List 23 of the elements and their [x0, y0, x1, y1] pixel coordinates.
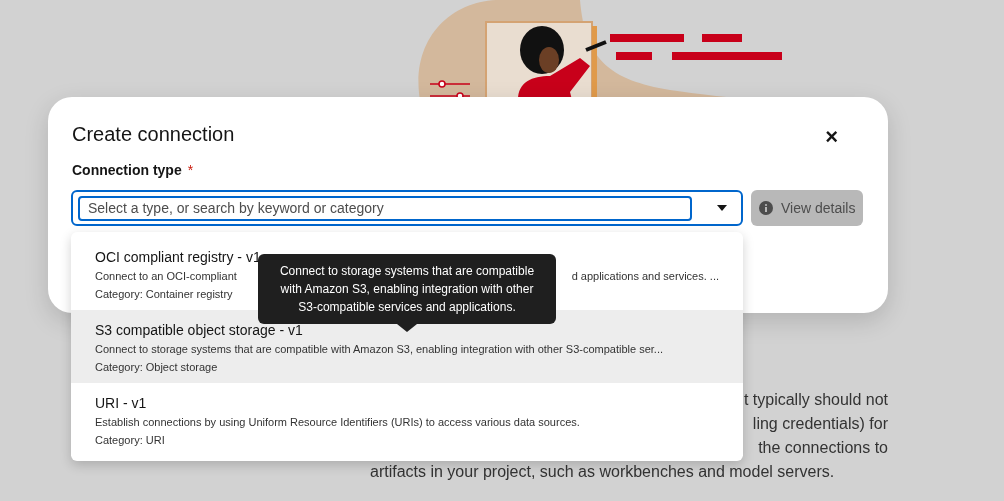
body-text: t typically should not — [743, 390, 888, 410]
item-description: Connect to storage systems that are compatible with Amazon S3, enabling integration with other S3-compatible ser... — [95, 342, 664, 357]
close-button[interactable]: × — [825, 126, 838, 148]
item-title: S3 compatible object storage - v1 — [95, 321, 303, 340]
item-title: URI - v1 — [95, 394, 147, 413]
item-category: Category: Object storage — [95, 360, 218, 375]
item-category: Category: URI — [95, 433, 165, 448]
body-text: the connections to — [758, 438, 888, 458]
item-description: d applications and services. ... — [571, 269, 719, 284]
required-mark: * — [187, 161, 194, 180]
type-select[interactable]: Select a type, or search by keyword or category — [71, 190, 743, 226]
body-text: artifacts in your project, such as workbenches and model servers. — [370, 462, 835, 482]
body-text: ling credentials) for — [752, 414, 888, 434]
item-description: Establish connections by using Uniform Resource Identifiers (URIs) to access various data sources. — [95, 415, 580, 430]
modal-title: Create connection — [72, 122, 235, 147]
menu-item[interactable]: URI - v1 Establish connections by using Uniform Resource Identifiers (URIs) to access various data sources. Category: URI — [71, 383, 743, 456]
item-description: Connect to an OCI-compliant — [95, 269, 237, 284]
item-category: Category: Container registry — [95, 287, 233, 302]
info-icon — [759, 201, 773, 215]
tooltip-arrow-icon — [397, 324, 417, 332]
search-field[interactable]: Select a type, or search by keyword or category — [78, 195, 692, 221]
field-label: Connection type — [72, 161, 182, 180]
caret-icon — [717, 205, 727, 211]
